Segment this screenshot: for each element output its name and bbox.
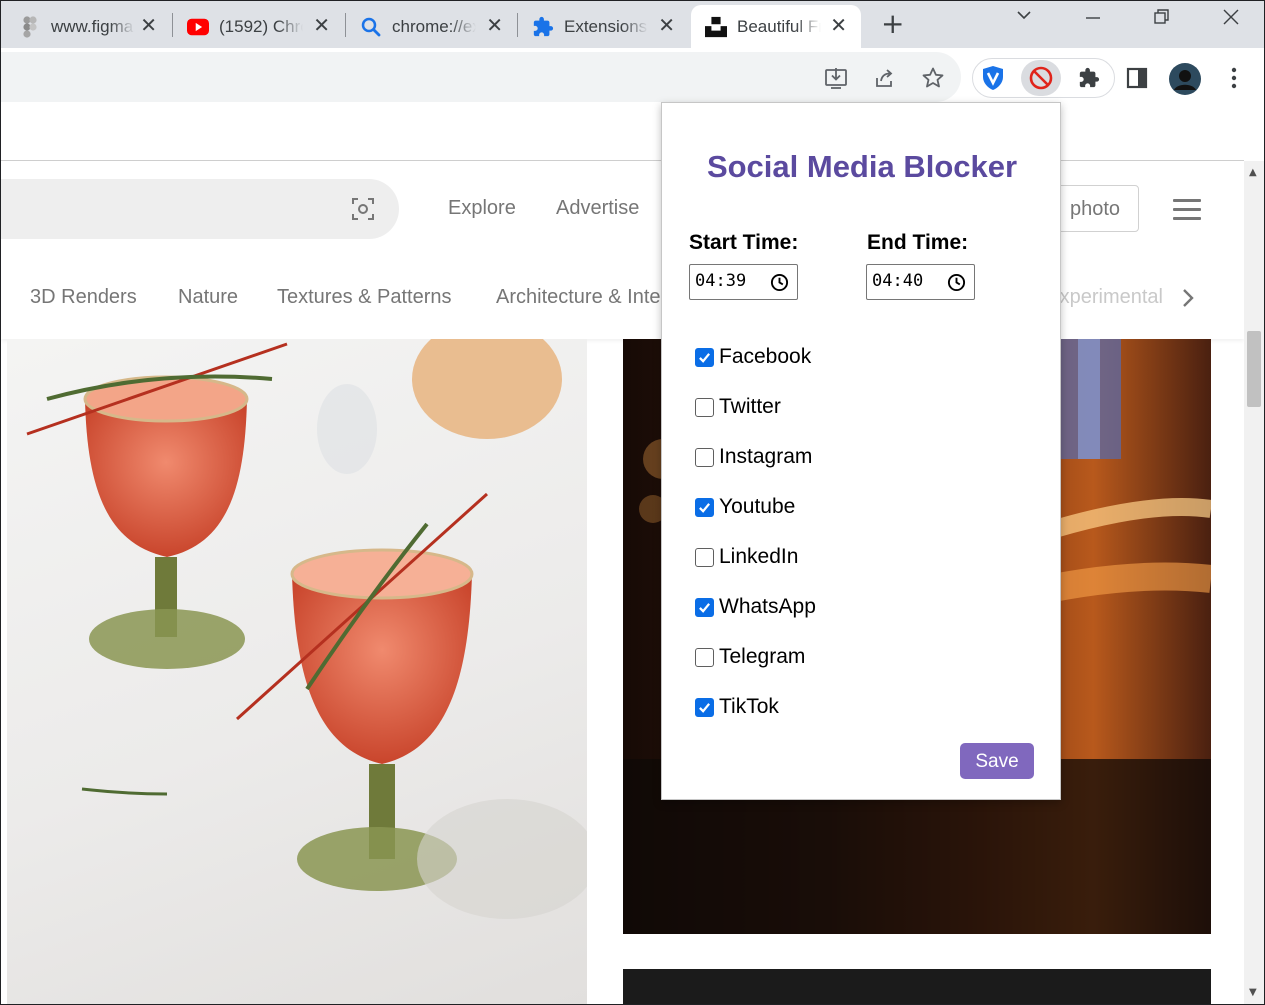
share-icon[interactable]: [872, 65, 898, 91]
site-option-twitter[interactable]: Twitter: [695, 395, 781, 419]
site-option-linkedin[interactable]: LinkedIn: [695, 545, 798, 569]
vpn-shield-icon[interactable]: [980, 65, 1006, 91]
tab-strip: www.figma.com ✕ (1592) Chrome ✕ chrome:/…: [1, 1, 1264, 48]
site-option-whatsapp[interactable]: WhatsApp: [695, 595, 816, 619]
site-option-telegram[interactable]: Telegram: [695, 645, 805, 669]
site-option-tiktok[interactable]: TikTok: [695, 695, 779, 719]
tab-title: Beautiful Free Images: [737, 16, 821, 36]
more-menu-icon[interactable]: [1221, 65, 1247, 91]
tab-figma[interactable]: www.figma.com ✕: [5, 5, 171, 48]
address-bar[interactable]: [1, 52, 961, 102]
category-link[interactable]: 3D Renders: [30, 286, 137, 309]
search-input[interactable]: [1, 179, 399, 239]
site-label: Instagram: [719, 445, 813, 468]
site-label: Youtube: [719, 495, 796, 518]
tab-search-chevron-icon[interactable]: [1015, 5, 1033, 29]
site-option-facebook[interactable]: Facebook: [695, 345, 811, 369]
photo-cocktails[interactable]: [7, 339, 587, 1004]
category-link[interactable]: Nature: [178, 286, 238, 309]
install-app-icon[interactable]: [823, 65, 849, 91]
clock-icon[interactable]: [947, 273, 966, 297]
site-label: Twitter: [719, 395, 781, 418]
visual-search-icon[interactable]: [351, 197, 375, 226]
tab-chrome-extensions[interactable]: chrome://extensions ✕: [346, 5, 517, 48]
chevron-right-icon[interactable]: [1181, 287, 1195, 314]
close-window-icon[interactable]: [1222, 7, 1240, 31]
end-time-input[interactable]: 04:40: [866, 264, 975, 300]
social-media-blocker-popup: Social Media Blocker Start Time: End Tim…: [661, 102, 1061, 800]
tab-unsplash[interactable]: Beautiful Free Images ✕: [691, 5, 861, 48]
hamburger-menu-icon[interactable]: [1173, 199, 1201, 226]
nav-explore[interactable]: Explore: [448, 197, 516, 220]
tab-title: chrome://extensions: [392, 16, 476, 36]
checkbox[interactable]: [695, 597, 714, 617]
close-icon[interactable]: ✕: [830, 15, 847, 35]
new-tab-button[interactable]: +: [881, 10, 904, 38]
close-icon[interactable]: ✕: [313, 15, 330, 35]
scroll-thumb[interactable]: [1247, 331, 1261, 407]
checkbox[interactable]: [695, 697, 714, 717]
figma-icon: [19, 15, 41, 38]
start-time-label: Start Time:: [689, 231, 799, 254]
close-icon[interactable]: ✕: [658, 15, 675, 35]
block-icon[interactable]: [1028, 65, 1054, 91]
page-scrollbar[interactable]: ▲ ▼: [1244, 161, 1264, 1004]
puzzle-icon: [532, 16, 554, 38]
tab-title: Extensions: [564, 16, 648, 36]
end-time-value: 04:40: [872, 271, 924, 291]
close-icon[interactable]: ✕: [140, 15, 157, 35]
nav-advertise[interactable]: Advertise: [556, 197, 639, 220]
tab-extensions[interactable]: Extensions ✕: [518, 5, 689, 48]
checkbox[interactable]: [695, 447, 714, 467]
start-time-value: 04:39: [695, 271, 747, 291]
site-label: TikTok: [719, 695, 779, 718]
youtube-icon: [187, 16, 209, 38]
start-time-input[interactable]: 04:39: [689, 264, 798, 300]
checkbox[interactable]: [695, 347, 714, 367]
site-label: Telegram: [719, 645, 806, 668]
scroll-down-icon[interactable]: ▼: [1249, 987, 1257, 998]
tab-title: (1592) Chrome: [219, 16, 303, 36]
unsplash-icon: [705, 16, 727, 38]
checkbox[interactable]: [695, 397, 714, 417]
checkbox[interactable]: [695, 547, 714, 567]
search-icon: [360, 16, 382, 38]
site-label: Facebook: [719, 345, 812, 368]
site-option-instagram[interactable]: Instagram: [695, 445, 812, 469]
browser-toolbar: [1, 48, 1264, 105]
clock-icon[interactable]: [770, 273, 789, 297]
avatar[interactable]: [1169, 63, 1201, 95]
site-label: WhatsApp: [719, 595, 816, 618]
popup-title: Social Media Blocker: [706, 149, 1018, 184]
bookmark-star-icon[interactable]: [920, 65, 946, 91]
save-button[interactable]: Save: [960, 743, 1034, 779]
tab-youtube[interactable]: (1592) Chrome ✕: [173, 5, 344, 48]
scroll-up-icon[interactable]: ▲: [1249, 167, 1257, 178]
restore-icon[interactable]: [1153, 7, 1171, 31]
site-label: LinkedIn: [719, 545, 799, 568]
end-time-label: End Time:: [867, 231, 969, 254]
checkbox[interactable]: [695, 647, 714, 667]
category-link[interactable]: Textures & Patterns: [277, 286, 452, 309]
checkbox[interactable]: [695, 497, 714, 517]
photo-next[interactable]: [623, 969, 1211, 1004]
site-option-youtube[interactable]: Youtube: [695, 495, 795, 519]
side-panel-icon[interactable]: [1124, 65, 1150, 91]
extensions-puzzle-icon[interactable]: [1076, 65, 1102, 91]
tab-title: www.figma.com: [51, 16, 135, 36]
category-link[interactable]: Experimental: [1061, 286, 1163, 309]
minimize-icon[interactable]: [1084, 7, 1102, 31]
close-icon[interactable]: ✕: [486, 15, 503, 35]
